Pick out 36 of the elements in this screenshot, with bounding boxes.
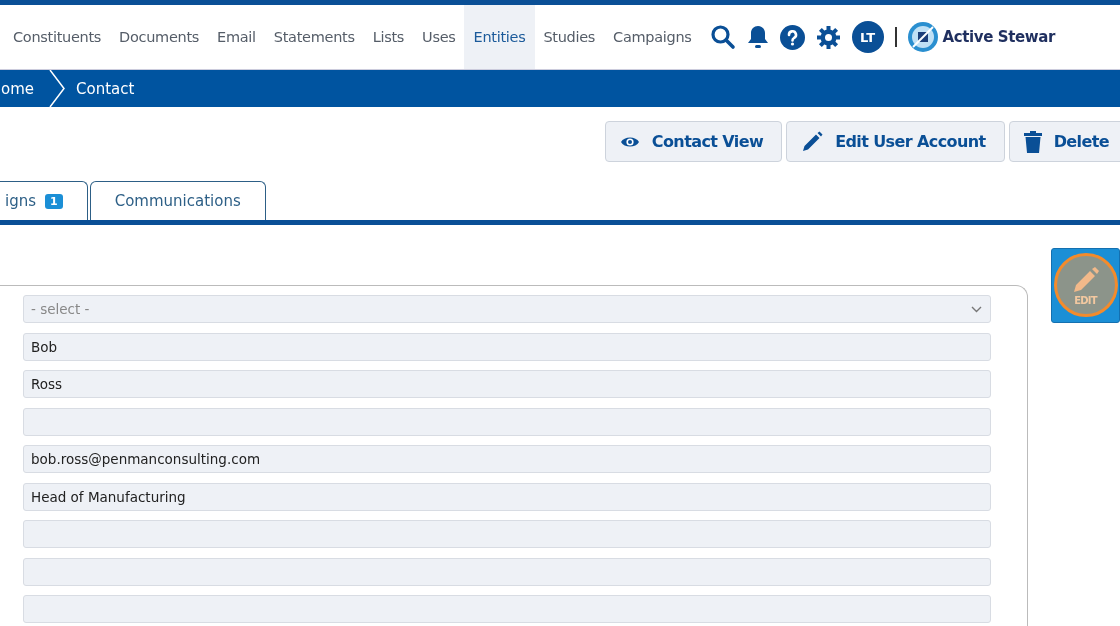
action-button[interactable]: Contact View [604, 121, 783, 162]
settings-icon[interactable] [815, 24, 841, 50]
trash-icon [1023, 130, 1042, 153]
logo-icon [907, 22, 938, 52]
tab[interactable]: Communications [89, 181, 266, 220]
input-field[interactable] [23, 520, 991, 548]
breadcrumb-link[interactable]: Contact [76, 79, 149, 98]
nav-tab[interactable]: Lists [362, 5, 415, 69]
input-field[interactable]: Bob [23, 332, 991, 361]
input-field[interactable] [23, 407, 991, 436]
nav-tab[interactable]: Uses [412, 5, 466, 69]
breadcrumb-link[interactable]: ome [1, 79, 49, 98]
brand-name: Active Stewar [942, 28, 1055, 46]
action-button[interactable]: Edit User Account [786, 121, 1005, 162]
pencil-icon [801, 130, 824, 153]
bell-icon[interactable] [746, 24, 769, 50]
user-avatar[interactable]: LT [851, 21, 884, 53]
chevron-down-icon [971, 305, 982, 313]
tab[interactable]: igns 1 [0, 181, 88, 220]
help-icon[interactable] [779, 24, 805, 50]
search-icon[interactable] [709, 24, 736, 50]
action-button[interactable]: Delete [1008, 121, 1120, 162]
input-field[interactable]: Head of Manufacturing [23, 482, 991, 511]
input-field[interactable]: bob.ross@penmanconsulting.com [23, 445, 991, 473]
nav-tab[interactable]: Constituents [3, 5, 112, 69]
count-badge: 1 [45, 193, 63, 209]
nav-tab[interactable]: Studies [533, 5, 606, 69]
input-field[interactable]: Ross [23, 370, 991, 398]
nav-tab[interactable]: Email [207, 5, 266, 69]
chevron-icon [48, 70, 67, 107]
input-field[interactable] [23, 557, 991, 586]
nav-tab[interactable]: Documents [109, 5, 210, 69]
input-field[interactable] [23, 595, 991, 623]
nav-tab[interactable]: Entities [463, 5, 536, 69]
nav-tab[interactable]: Campaigns [603, 5, 702, 69]
nav-tab[interactable]: Statements [263, 5, 365, 69]
